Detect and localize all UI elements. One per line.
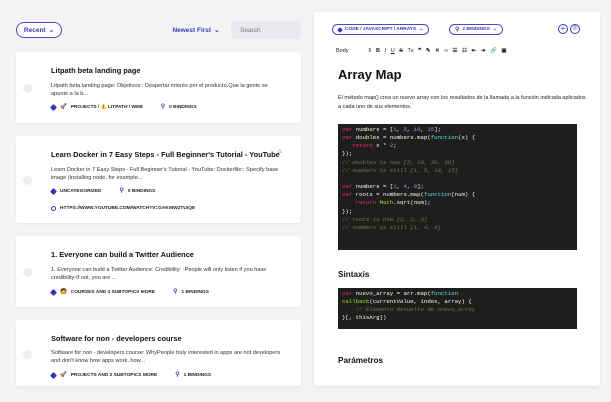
link-icon: [51, 206, 56, 211]
select-radio[interactable]: [23, 84, 32, 93]
highlight-button[interactable]: ✎: [426, 48, 431, 54]
collection-label[interactable]: PROJECTS / ⚠️ LITPATH / WEB: [71, 105, 143, 110]
notes-list-panel: Recent ⌄ Newest First ⌄ Litpath beta lan…: [0, 0, 311, 402]
chevron-down-icon: ⌄: [419, 27, 424, 32]
bindings-button[interactable]: ⚲ 2 BINDINGS ⌄: [449, 24, 503, 35]
select-radio[interactable]: [23, 176, 32, 185]
card-title: 1. Everyone can build a Twitter Audience: [51, 250, 194, 259]
bullet-list-button[interactable]: ☰: [453, 48, 458, 54]
remove-button[interactable]: ✕: [435, 48, 440, 54]
card-description: 1. Everyone can build a Twitter Audience…: [51, 267, 267, 281]
card-description: Software for non - developers course: Wh…: [51, 350, 281, 364]
card-title: Litpath beta landing page: [51, 66, 141, 75]
card-meta: UNCATEGORIZED ⚲ 0 BINDINGS: [49, 187, 155, 195]
tag-icon: [49, 288, 58, 296]
card-url: HTTPS://WWW.YOUTUBE.COM/WATCH?V=GAKWW2TU…: [51, 206, 195, 211]
outdent-button[interactable]: ⇤: [472, 48, 477, 54]
settings-icon[interactable]: ◎: [570, 24, 580, 34]
select-radio[interactable]: [23, 350, 32, 359]
bindings-label: 2 BINDINGS: [462, 27, 490, 32]
link-button[interactable]: 🔗: [490, 48, 497, 54]
sort-order-button[interactable]: Newest First ⌄: [168, 22, 224, 38]
indent-button[interactable]: ⇥: [481, 48, 486, 54]
list-toolbar: Recent ⌄ Newest First ⌄: [0, 0, 311, 56]
chevron-updown-icon: ⇕: [367, 48, 372, 54]
bindings-label[interactable]: 0 BINDINGS: [169, 105, 196, 110]
list-item[interactable]: Software for non - developers course Sof…: [16, 320, 301, 386]
card-meta: 🧑 COURSES AND 3 SUBTOPICS MORE ⚲ 1 BINDI…: [49, 288, 209, 296]
card-description: Litpath beta landing page: Objetivos:: D…: [51, 83, 268, 97]
card-title: Software for non - developers course: [51, 334, 182, 343]
tag-icon: [49, 187, 58, 195]
card-meta: 🚀 PROJECTS / ⚠️ LITPATH / WEB ⚲ 0 BINDIN…: [49, 103, 197, 111]
tag-icon: [337, 26, 343, 33]
numbered-list-button[interactable]: ☷: [462, 48, 467, 54]
strikethrough-button[interactable]: S: [399, 48, 403, 54]
lock-icon: ⌂: [278, 149, 282, 155]
bold-button[interactable]: B: [376, 48, 380, 54]
list-item[interactable]: Litpath beta landing page Litpath beta l…: [16, 52, 301, 123]
tag-icon: [49, 371, 58, 379]
chevron-down-icon: ⌄: [48, 27, 55, 34]
bindings-icon: ⚲: [455, 26, 460, 33]
recent-filter-button[interactable]: Recent ⌄: [16, 22, 62, 38]
tag-icon: [49, 103, 58, 111]
bindings-label[interactable]: 0 BINDINGS: [128, 189, 155, 194]
format-toolbar: Body ⇕ B I U S Tx ❞ ✎ ✕ ‹› ☰ ☷ ⇤ ⇥ 🔗 ▣: [336, 46, 581, 56]
chevron-down-icon: ⌄: [492, 27, 497, 32]
card-title: Learn Docker in 7 Easy Steps - Full Begi…: [51, 150, 280, 159]
text-style-select[interactable]: Body ⇕: [336, 48, 372, 54]
bindings-icon: ⚲: [175, 372, 180, 378]
quote-button[interactable]: ❞: [418, 48, 421, 54]
collection-label[interactable]: COURSES AND 3 SUBTOPICS MORE: [71, 290, 155, 295]
clear-format-button[interactable]: Tx: [408, 48, 414, 54]
section-heading-parametros[interactable]: Parámetros: [338, 356, 383, 365]
bindings-label[interactable]: 1 BINDINGS: [184, 373, 211, 378]
person-emoji: 🧑: [60, 289, 67, 295]
newest-label: Newest First: [172, 26, 212, 34]
list-item[interactable]: Learn Docker in 7 Easy Steps - Full Begi…: [16, 136, 301, 223]
code-block-syntax[interactable]: var nuevo_array = arr.map(function callb…: [338, 288, 577, 329]
note-editor-panel: CODE / JAVASCRIPT / ARRAYS ⌄ ⚲ 2 BINDING…: [314, 12, 600, 386]
section-heading-sintaxis[interactable]: Sintaxis: [338, 270, 369, 279]
code-button[interactable]: ‹›: [444, 48, 448, 54]
search-input[interactable]: [231, 21, 301, 39]
path-button[interactable]: CODE / JAVASCRIPT / ARRAYS ⌄: [332, 24, 430, 35]
bindings-label[interactable]: 1 BINDINGS: [182, 290, 209, 295]
bindings-icon: ⚲: [119, 188, 124, 194]
note-paragraph[interactable]: El método map() crea un nuevo array con …: [338, 94, 586, 111]
chevron-down-icon: ⌄: [214, 27, 220, 34]
card-description: Learn Docker in 7 Easy Steps - Full Begi…: [51, 167, 279, 181]
rocket-emoji: 🚀: [60, 104, 67, 110]
image-button[interactable]: ▣: [501, 48, 506, 54]
italic-button[interactable]: I: [385, 48, 387, 54]
collection-label[interactable]: UNCATEGORIZED: [60, 189, 101, 194]
path-label: CODE / JAVASCRIPT / ARRAYS: [345, 27, 417, 32]
bindings-icon: ⚲: [173, 289, 178, 295]
text-style-label: Body: [336, 48, 349, 54]
collection-label[interactable]: PROJECTS AND 2 SUBTOPICS MORE: [71, 373, 157, 378]
add-icon[interactable]: +: [558, 24, 568, 34]
bindings-icon: ⚲: [160, 104, 166, 110]
list-item[interactable]: 1. Everyone can build a Twitter Audience…: [16, 236, 301, 307]
url-label[interactable]: HTTPS://WWW.YOUTUBE.COM/WATCH?V=GAKWW2TU…: [60, 206, 195, 211]
card-meta: 🚀 PROJECTS AND 2 SUBTOPICS MORE ⚲ 1 BIND…: [49, 371, 211, 379]
underline-button[interactable]: U: [391, 48, 395, 54]
select-radio[interactable]: [23, 268, 32, 277]
note-title[interactable]: Array Map: [338, 67, 402, 82]
code-block-map[interactable]: var numbers = [1, 5, 10, 15]; var double…: [338, 124, 577, 250]
recent-label: Recent: [23, 26, 46, 34]
rocket-emoji: 🚀: [60, 372, 67, 378]
